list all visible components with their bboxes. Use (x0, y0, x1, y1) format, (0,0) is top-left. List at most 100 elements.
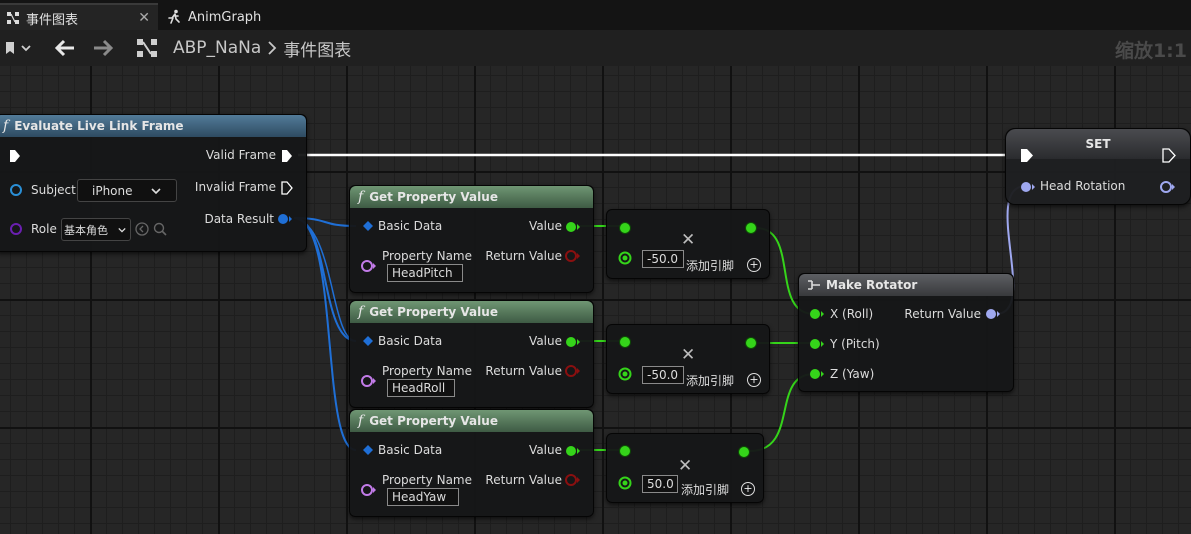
bookmark-dropdown[interactable] (4, 30, 32, 66)
arrow-right-icon (94, 39, 114, 57)
set-variable-node[interactable]: SET Head Rotation (1005, 128, 1191, 205)
float-in-pin[interactable] (618, 367, 632, 381)
arrow-left-icon (54, 39, 74, 57)
float-out-pin[interactable] (744, 221, 758, 235)
property-name-input[interactable]: HeadYaw (387, 488, 459, 506)
float-out-pin[interactable] (744, 336, 758, 350)
value-pin[interactable] (565, 335, 581, 349)
basic-data-pin[interactable] (362, 220, 374, 232)
chevron-right-icon (268, 41, 277, 55)
property-name-label: Property Name (382, 473, 472, 487)
valid-frame-label: Valid Frame (205, 148, 276, 162)
basic-data-pin[interactable] (362, 444, 374, 456)
add-pin-icon[interactable]: + (747, 258, 761, 272)
node-title: Make Rotator (826, 278, 918, 292)
float-out-pin[interactable] (737, 445, 751, 459)
data-result-pin[interactable] (277, 212, 293, 226)
float-in-pin[interactable] (618, 251, 632, 265)
role-value: 基本角色 (64, 223, 108, 237)
valid-frame-exec-pin[interactable] (281, 149, 293, 163)
exec-out-pin[interactable] (1162, 148, 1176, 163)
node-title: Get Property Value (369, 190, 498, 204)
invalid-frame-exec-pin[interactable] (281, 181, 293, 195)
make-rotator-node[interactable]: Make Rotator X (Roll) Return Value Y (Pi… (798, 273, 1014, 392)
chevron-down-icon (21, 45, 31, 52)
add-pin-label[interactable]: 添加引脚 (686, 257, 734, 274)
return-value-label: Return Value (485, 249, 562, 263)
float-in-pin[interactable] (618, 221, 632, 235)
tab-event-graph[interactable]: 事件图表 ✕ (0, 3, 158, 31)
node-title: SET (1085, 137, 1111, 151)
return-value-label: Return Value (904, 307, 981, 321)
close-icon[interactable]: ✕ (138, 10, 150, 26)
return-value-pin[interactable] (565, 364, 581, 378)
head-rotation-out-pin[interactable] (1160, 180, 1176, 194)
value-pin[interactable] (565, 444, 581, 458)
property-name-label: Property Name (382, 249, 472, 263)
multiply-node[interactable]: ✕ -50.0 添加引脚 + (606, 324, 770, 394)
exec-in-pin[interactable] (1020, 148, 1034, 163)
basic-data-pin[interactable] (362, 335, 374, 347)
evaluate-live-link-frame-node[interactable]: f Evaluate Live Link Frame Valid Frame S… (0, 114, 307, 252)
breadcrumb-item-graph[interactable]: 事件图表 (283, 36, 351, 61)
subject-value: iPhone (92, 183, 133, 198)
property-name-pin[interactable] (361, 374, 377, 388)
constant-input[interactable]: -50.0 (642, 366, 684, 384)
get-property-value-node[interactable]: f Get Property Value Basic Data Value Pr… (349, 185, 594, 293)
property-name-label: Property Name (382, 364, 472, 378)
get-property-value-node[interactable]: f Get Property Value Basic Data Value Pr… (349, 409, 594, 517)
multiply-node[interactable]: ✕ -50.0 添加引脚 + (606, 209, 770, 279)
float-in-pin[interactable] (618, 476, 632, 490)
property-name-pin[interactable] (361, 259, 377, 273)
x-roll-pin[interactable] (809, 307, 825, 321)
multiply-icon: ✕ (681, 345, 696, 365)
z-yaw-pin[interactable] (809, 367, 825, 381)
return-value-pin[interactable] (565, 249, 581, 263)
role-label: Role (31, 222, 57, 236)
multiply-node[interactable]: ✕ 50.0 添加引脚 + (606, 433, 764, 503)
zoom-label: 缩放1:1 (1114, 40, 1187, 62)
value-label: Value (529, 219, 562, 233)
forward-button[interactable] (92, 30, 114, 66)
search-icon[interactable] (153, 222, 167, 236)
back-button[interactable] (54, 30, 76, 66)
return-value-pin[interactable] (565, 473, 581, 487)
subject-pin[interactable] (9, 183, 23, 197)
add-pin-label[interactable]: 添加引脚 (681, 481, 729, 498)
role-pin[interactable] (9, 222, 23, 236)
add-pin-icon[interactable]: + (741, 482, 755, 496)
browse-back-icon[interactable] (135, 222, 149, 236)
node-title: Get Property Value (369, 414, 498, 428)
return-value-label: Return Value (485, 473, 562, 487)
property-name-input[interactable]: HeadPitch (387, 264, 463, 282)
running-man-icon (168, 9, 180, 24)
property-name-input[interactable]: HeadRoll (387, 379, 455, 397)
head-rotation-pin[interactable] (1020, 180, 1036, 194)
return-value-pin[interactable] (985, 307, 1001, 321)
return-value-label: Return Value (485, 364, 562, 378)
y-pitch-pin[interactable] (809, 337, 825, 351)
graph-icon (136, 30, 160, 66)
tab-animgraph[interactable]: AnimGraph (160, 4, 290, 30)
function-icon: f (358, 189, 364, 205)
constant-input[interactable]: 50.0 (642, 475, 678, 493)
breadcrumb-item-blueprint[interactable]: ABP_NaNa (173, 38, 261, 58)
exec-in-pin[interactable] (9, 149, 21, 163)
get-property-value-node[interactable]: f Get Property Value Basic Data Value Pr… (349, 300, 594, 408)
value-pin[interactable] (565, 220, 581, 234)
float-in-pin[interactable] (618, 335, 632, 349)
tab-label: 事件图表 (26, 12, 79, 28)
function-icon: f (358, 304, 364, 320)
tab-bar: 事件图表 ✕ AnimGraph (0, 0, 1191, 31)
constant-input[interactable]: -50.0 (642, 250, 684, 268)
subject-combo[interactable]: iPhone (77, 179, 177, 202)
add-pin-icon[interactable]: + (747, 373, 761, 387)
value-label: Value (529, 443, 562, 457)
role-combo[interactable]: 基本角色 (61, 218, 131, 241)
add-pin-label[interactable]: 添加引脚 (686, 372, 734, 389)
float-in-pin[interactable] (618, 444, 632, 458)
node-header: f Get Property Value (350, 410, 593, 432)
property-name-pin[interactable] (361, 483, 377, 497)
chevron-down-icon (151, 187, 161, 194)
x-roll-label: X (Roll) (830, 307, 874, 321)
